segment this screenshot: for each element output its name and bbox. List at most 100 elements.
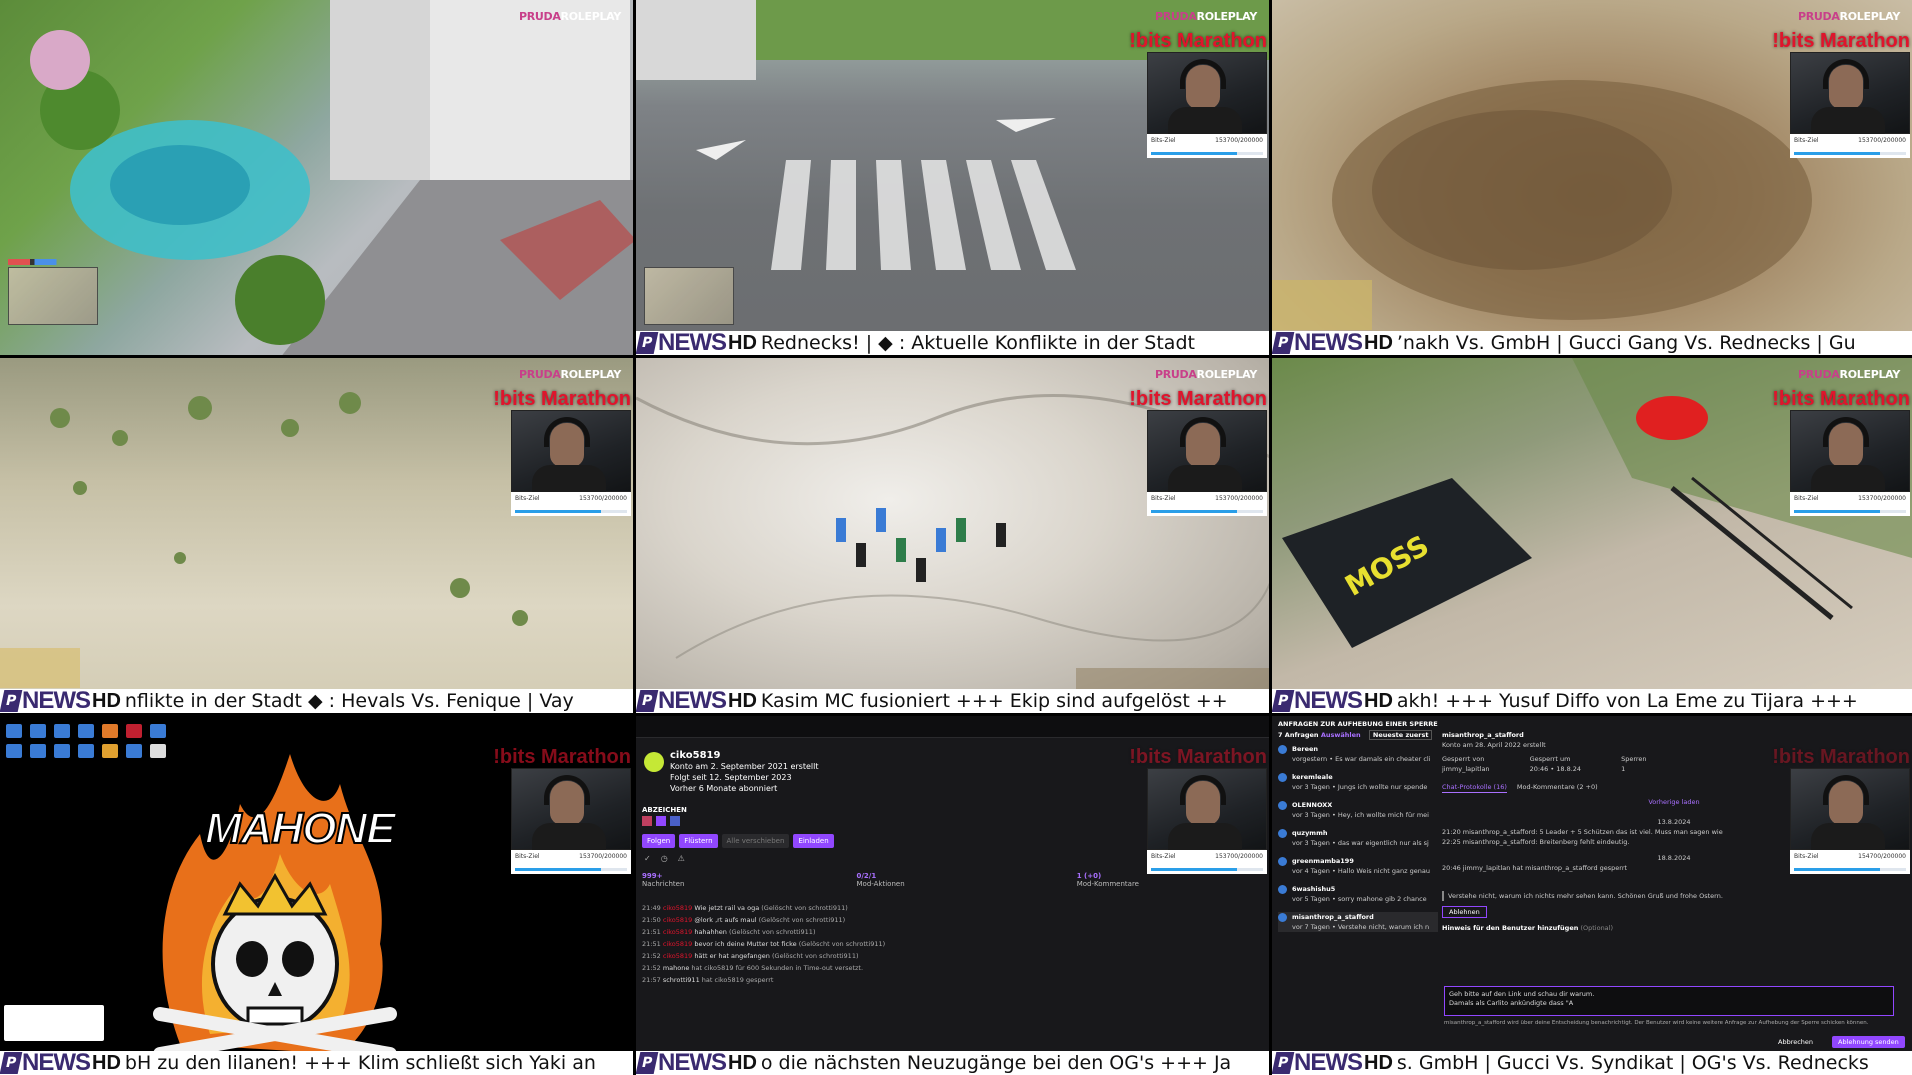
hint-textarea[interactable]: Geh bitte auf den Link und schau dir war… (1444, 986, 1894, 1016)
bits-goal-widget: Bits-Ziel 153700/200000 (511, 850, 631, 874)
select-link[interactable]: Auswählen (1321, 731, 1361, 739)
avatar (644, 752, 664, 772)
marathon-banner: !bits Marathon (493, 388, 631, 410)
list-item: 21:57 schrotti911 hat ciko5819 gesperrt (642, 976, 774, 984)
desktop-icon[interactable] (78, 744, 94, 758)
list-item: 21:51 ciko5819 hahahhen (Gelöscht von sc… (642, 928, 816, 936)
list-item[interactable]: keremleale vor 3 Tagen • Jungs ich wollte… (1278, 772, 1438, 792)
chat-history: 21:49 ciko5819 Wie jetzt rail va oga (Ge… (642, 902, 885, 986)
desktop-icon[interactable] (6, 724, 22, 738)
health-armor-hud (8, 259, 118, 265)
stat-messages[interactable]: 999+ Nachrichten (642, 872, 684, 888)
invite-button[interactable]: Einladen (793, 834, 834, 848)
stream-tile-4[interactable]: PRUDAROLEPLAY !bits Marathon Bits-Ziel 15… (0, 358, 636, 716)
webcam-feed (1147, 768, 1267, 851)
list-item: 21:49 ciko5819 Wie jetzt rail va oga (Ge… (642, 904, 848, 912)
list-item[interactable]: misanthrop_a_stafford vor 7 Tagen • Verst… (1278, 912, 1438, 932)
ticker-text: s. GmbH | Gucci Vs. Syndikat | OG's Vs. … (1396, 1052, 1869, 1074)
stream-tile-2[interactable]: PRUDAROLEPLAY !bits Marathon Bits-Ziel 15… (636, 0, 1272, 358)
news-hd-logo: P NEWS HD (0, 1051, 121, 1075)
desktop-icon[interactable] (102, 744, 118, 758)
optional-label: (Optional) (1580, 924, 1614, 932)
brand-logo: PRUDAROLEPLAY (1797, 368, 1900, 381)
stream-tile-7[interactable]: MAHONE !bits Marathon Bits-Ziel 153700/20… (0, 716, 636, 1075)
banned-at-label: Gesperrt um (1529, 755, 1571, 763)
news-ticker: P NEWS HD Kasim MC fusioniert +++ Ekip sin… (636, 689, 1269, 713)
news-ticker: P NEWS HD akh! +++ Yusuf Diffo von La Eme … (1272, 689, 1912, 713)
desktop-icon[interactable] (126, 724, 142, 738)
notification-popup[interactable] (4, 1005, 104, 1041)
move-all-button[interactable]: Alle verschieben (721, 834, 790, 848)
subscription-info: Vorher 6 Monate abonniert (670, 784, 778, 793)
desktop-icon[interactable] (150, 724, 166, 738)
desktop-icon[interactable] (102, 724, 118, 738)
list-item[interactable]: greenmamba199 vor 4 Tagen • Hallo Weis ni… (1278, 856, 1438, 876)
marathon-banner: !bits Marathon (493, 746, 631, 768)
ticker-text: ’nakh Vs. GmbH | Gucci Gang Vs. Rednecks… (1396, 332, 1856, 354)
list-item[interactable]: Bereen vorgestern • Es war damals ein che… (1278, 744, 1438, 764)
user-card-actions: Folgen Flüstern Alle verschieben Einlade… (642, 834, 834, 848)
send-rejection-button[interactable]: Ablehnung senden (1832, 1036, 1905, 1048)
desktop-icon[interactable] (30, 744, 46, 758)
whisper-button[interactable]: Flüstern (679, 834, 718, 848)
banned-by: jimmy_lapitlan (1442, 765, 1490, 773)
news-hd-logo: P NEWS HD (1272, 689, 1393, 713)
banned-by-label: Gesperrt von (1442, 755, 1485, 763)
bits-goal-widget: Bits-Ziel 154700/200000 (1790, 850, 1910, 874)
browser-tab-bar[interactable] (636, 716, 1269, 738)
bits-goal-widget: Bits-Ziel 153700/200000 (1147, 492, 1267, 516)
bits-goal-widget: Bits-Ziel 153700/200000 (1147, 850, 1267, 874)
list-item[interactable]: quzymmh vor 3 Tagen • das war eigentlich … (1278, 828, 1438, 848)
news-hd-logo: P NEWS HD (636, 1051, 757, 1075)
brand-logo: PRUDAROLEPLAY (518, 368, 621, 381)
marathon-banner: !bits Marathon (1129, 388, 1267, 410)
account-created: Konto am 2. September 2021 erstellt (670, 762, 819, 771)
stream-tile-1[interactable]: PRUDAROLEPLAY (0, 0, 636, 358)
stream-tile-8[interactable]: ciko5819 Konto am 2. September 2021 erst… (636, 716, 1272, 1075)
cancel-button[interactable]: Abbrechen (1772, 1036, 1819, 1048)
brand-logo: PRUDAROLEPLAY (1154, 368, 1257, 381)
unban-header: ANFRAGEN ZUR AUFHEBUNG EINER SPERRE (1278, 720, 1438, 728)
stream-tile-9[interactable]: ANFRAGEN ZUR AUFHEBUNG EINER SPERRE 7 An… (1272, 716, 1912, 1075)
sort-dropdown[interactable]: Neueste zuerst (1368, 730, 1433, 740)
webcam-feed (511, 768, 631, 851)
news-hd-logo: P NEWS HD (636, 689, 757, 713)
bits-goal-widget: Bits-Ziel 153700/200000 (511, 492, 631, 516)
desktop-icon[interactable] (30, 724, 46, 738)
marathon-banner: !bits Marathon (1772, 30, 1910, 52)
stream-tile-5[interactable]: PRUDAROLEPLAY !bits Marathon Bits-Ziel 15… (636, 358, 1272, 716)
follow-button[interactable]: Folgen (642, 834, 676, 848)
desktop-icon[interactable] (54, 744, 70, 758)
desktop-icon[interactable] (6, 744, 22, 758)
unban-request-list: 7 Anfragen Auswählen Neueste zuerst Bere… (1278, 730, 1438, 940)
badges-label: ABZEICHEN (642, 806, 687, 814)
stat-mod-actions[interactable]: 0/2/1 Mod-Aktionen (857, 872, 905, 888)
bans-count: 1 (1621, 765, 1626, 773)
ticker-text: Rednecks! | ◆ : Aktuelle Konflikte in de… (760, 332, 1195, 354)
notification-notice: misanthrop_a_stafford wird über deine En… (1444, 1020, 1869, 1026)
minimap (8, 267, 98, 325)
desktop-icon[interactable] (54, 724, 70, 738)
stream-multiview-grid: PRUDAROLEPLAY PRUDAROLEPLAY !bits Marath… (0, 0, 1912, 1075)
tab-chat-logs[interactable]: Chat-Protokolle (16) (1442, 782, 1507, 793)
list-item: 21:52 mahone hat ciko5819 für 600 Sekund… (642, 964, 864, 972)
reject-button[interactable]: Ablehnen (1442, 906, 1487, 918)
banned-at: 20:46 • 18.8.24 (1529, 765, 1582, 773)
webcam-feed (511, 410, 631, 493)
brand-logo: PRUDAROLEPLAY (518, 10, 621, 23)
webcam-feed (1147, 410, 1267, 493)
stream-tile-6[interactable]: MOSS PRUDAROLEPLAY !bits Marathon Bits-Z… (1272, 358, 1912, 716)
desktop-icon[interactable] (78, 724, 94, 738)
news-hd-logo: P NEWS HD (1272, 1051, 1393, 1075)
list-item[interactable]: OLENNOXX vor 3 Tagen • Hey, ich wollte mi… (1278, 800, 1438, 820)
brand-logo: PRUDAROLEPLAY (1797, 10, 1900, 23)
stat-mod-comments[interactable]: 1 (+0) Mod-Kommentare (1077, 872, 1139, 888)
news-hd-logo: P NEWS HD (1272, 331, 1393, 355)
list-item: 21:52 ciko5819 hätt er hat angefangen (G… (642, 952, 859, 960)
news-ticker: P NEWS HD ’nakh Vs. GmbH | Gucci Gang Vs. … (1272, 331, 1912, 355)
stream-tile-3[interactable]: PRUDAROLEPLAY !bits Marathon Bits-Ziel 15… (1272, 0, 1912, 358)
bits-goal-widget: Bits-Ziel 153700/200000 (1790, 134, 1910, 158)
list-item[interactable]: 6washishu5 vor 5 Tagen • sorry mahone gib… (1278, 884, 1438, 904)
tab-mod-comments[interactable]: Mod-Kommentare (2 +0) (1517, 782, 1598, 793)
minimap (644, 267, 734, 325)
